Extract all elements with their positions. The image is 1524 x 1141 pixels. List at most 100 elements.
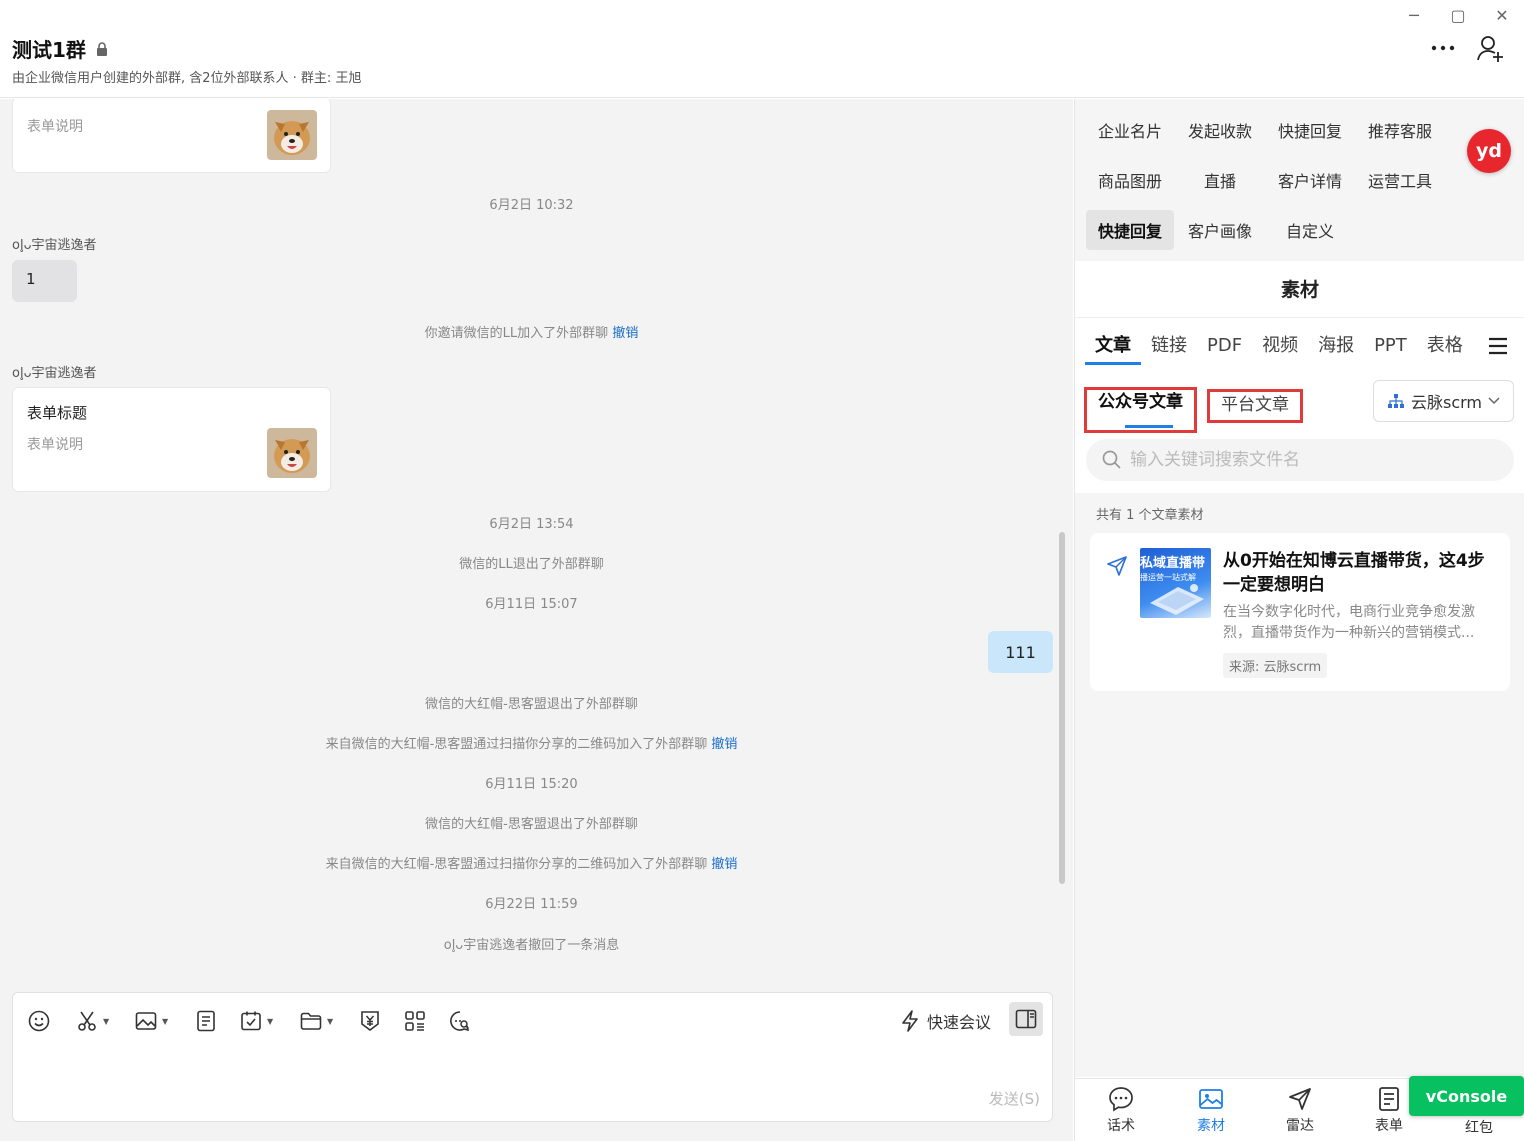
yuan-shield-icon	[361, 1011, 379, 1031]
sidebar: 企业名片 发起收款 快捷回复 推荐客服 商品图册 直播 客户详情 运营工具 快捷…	[1074, 99, 1524, 1141]
vconsole-button[interactable]: vConsole	[1409, 1076, 1524, 1116]
article-card[interactable]: 私域直播带 播运营一站式解 从0开始在知博云直播带货，这4步一定要想明白 在当今…	[1090, 533, 1510, 691]
tool-collect-payment[interactable]: 发起收款	[1176, 110, 1264, 150]
add-member-icon[interactable]	[1476, 34, 1506, 64]
file-button[interactable]: ▼	[299, 1007, 333, 1035]
article-source: 来源: 云脉scrm	[1223, 653, 1328, 678]
org-tree-icon	[1387, 394, 1404, 408]
tool-product-album[interactable]: 商品图册	[1086, 160, 1174, 200]
system-text: 来自微信的大红帽-思客盟通过扫描你分享的二维码加入了外部群聊	[325, 857, 708, 872]
group-subtitle: 由企业微信用户创建的外部群, 含2位外部联系人 · 群主: 王旭	[12, 71, 362, 86]
composer-area: ▼ ▼ ▼ ▼ 快速会议 发送(S)	[0, 979, 1073, 1141]
system-message: 微信的大红帽-思客盟退出了外部群聊	[425, 697, 638, 712]
tab-ppt[interactable]: PPT	[1364, 331, 1417, 365]
category-tabs: 文章 链接 PDF 视频 海报 PPT 表格	[1085, 331, 1473, 365]
nav-radar[interactable]: 雷达	[1270, 1085, 1330, 1135]
send-arrow-icon	[1289, 1088, 1311, 1110]
tool-customer-profile[interactable]: 客户画像	[1176, 210, 1264, 250]
subtab-official-article[interactable]: 公众号文章	[1084, 387, 1197, 433]
more-icon[interactable]	[1428, 38, 1458, 58]
revoke-link[interactable]: 撤销	[711, 857, 737, 872]
image-icon	[135, 1012, 157, 1030]
yd-logo[interactable]: yd	[1467, 129, 1511, 173]
tab-pdf[interactable]: PDF	[1197, 331, 1252, 365]
image-icon	[1199, 1089, 1223, 1109]
calendar-check-icon	[241, 1011, 261, 1031]
system-message: 来自微信的大红帽-思客盟通过扫描你分享的二维码加入了外部群聊 撤销	[0, 853, 1063, 872]
dropdown-caret-icon[interactable]: ▼	[267, 1017, 273, 1026]
send-button[interactable]: 发送(S)	[989, 1088, 1040, 1109]
chat-area: 表单说明 6月2日 10:32 ol̥ᴗ宇宙逃逸者 1 你邀请微信的LL加入了外…	[0, 99, 1073, 979]
message-bubble[interactable]: 1	[12, 260, 77, 302]
revoke-link[interactable]: 撤销	[711, 737, 737, 752]
message-bubble-self[interactable]: 111	[988, 631, 1053, 673]
close-button[interactable]: ✕	[1480, 0, 1524, 30]
tool-business-card[interactable]: 企业名片	[1086, 110, 1174, 150]
system-message: 你邀请微信的LL加入了外部群聊 撤销	[0, 322, 1063, 341]
apps-button[interactable]	[403, 1007, 427, 1035]
menu-icon[interactable]	[1487, 336, 1509, 356]
dropdown-caret-icon[interactable]: ▼	[327, 1017, 333, 1026]
folder-icon	[300, 1012, 322, 1030]
nav-form-label: 表单	[1375, 1118, 1403, 1134]
nav-material-label: 素材	[1197, 1118, 1225, 1134]
form-document-icon	[1379, 1087, 1399, 1111]
note-button[interactable]	[194, 1007, 218, 1035]
form-card[interactable]: 表单标题 表单说明	[12, 387, 331, 492]
title-row: 测试1群	[12, 34, 108, 63]
tab-poster[interactable]: 海报	[1308, 331, 1364, 365]
tool-custom[interactable]: 自定义	[1266, 210, 1354, 250]
sender-name: ol̥ᴗ宇宙逃逸者	[12, 366, 97, 381]
search-box[interactable]	[1086, 439, 1514, 481]
quick-meeting-label: 快速会议	[927, 1013, 992, 1032]
tool-quick-reply[interactable]: 快捷回复	[1266, 110, 1354, 150]
nav-red-packet[interactable]: 红包	[1449, 1117, 1509, 1137]
tab-video[interactable]: 视频	[1252, 331, 1308, 365]
chat-scrollbar[interactable]	[1059, 532, 1065, 884]
revoke-link[interactable]: 撤销	[612, 326, 638, 341]
image-button[interactable]: ▼	[134, 1007, 168, 1035]
timestamp: 6月2日 10:32	[489, 198, 574, 213]
scissors-icon	[78, 1011, 96, 1031]
system-text: 来自微信的大红帽-思客盟通过扫描你分享的二维码加入了外部群聊	[325, 737, 708, 752]
org-select[interactable]: 云脉scrm	[1373, 380, 1514, 422]
nav-material[interactable]: 素材	[1181, 1085, 1241, 1135]
tab-article[interactable]: 文章	[1085, 331, 1141, 365]
timestamp: 6月22日 11:59	[485, 897, 578, 912]
screenshot-button[interactable]: ▼	[75, 1007, 109, 1035]
quick-meeting-button[interactable]: 快速会议	[899, 1007, 991, 1035]
form-card[interactable]: 表单说明	[12, 99, 331, 173]
search-input[interactable]	[1130, 450, 1490, 470]
timestamp: 6月11日 15:07	[485, 597, 578, 612]
tool-live[interactable]: 直播	[1176, 160, 1264, 200]
emoji-button[interactable]	[27, 1007, 51, 1035]
send-icon[interactable]	[1106, 555, 1128, 577]
minimize-button[interactable]: ─	[1392, 0, 1436, 30]
subtab-platform-article[interactable]: 平台文章	[1207, 389, 1303, 423]
system-text: 你邀请微信的LL加入了外部群聊	[424, 326, 609, 341]
payment-button[interactable]	[358, 1007, 382, 1035]
sidebar-toggle-button[interactable]	[1009, 1002, 1043, 1036]
chat-search-button[interactable]	[448, 1007, 472, 1035]
group-title: 测试1群	[12, 38, 86, 62]
tab-sheet[interactable]: 表格	[1417, 331, 1473, 365]
composer[interactable]: ▼ ▼ ▼ ▼ 快速会议 发送(S)	[12, 992, 1053, 1122]
maximize-button[interactable]: ▢	[1436, 0, 1480, 30]
tool-customer-detail[interactable]: 客户详情	[1266, 160, 1354, 200]
emoji-icon	[28, 1010, 50, 1032]
nav-script-label: 话术	[1107, 1118, 1135, 1134]
system-message: 微信的LL退出了外部群聊	[459, 557, 604, 572]
dropdown-caret-icon[interactable]: ▼	[162, 1017, 168, 1026]
dropdown-caret-icon[interactable]: ▼	[103, 1017, 109, 1026]
dog-thumbnail	[267, 110, 317, 160]
tool-operation[interactable]: 运营工具	[1356, 160, 1444, 200]
material-title: 素材	[1075, 262, 1524, 318]
tool-quick-reply-active[interactable]: 快捷回复	[1086, 210, 1174, 250]
nav-script[interactable]: 话术	[1091, 1085, 1151, 1135]
document-icon	[197, 1010, 215, 1032]
timestamp: 6月2日 13:54	[489, 517, 574, 532]
tab-link[interactable]: 链接	[1141, 331, 1197, 365]
tool-recommend-service[interactable]: 推荐客服	[1356, 110, 1444, 150]
schedule-button[interactable]: ▼	[239, 1007, 273, 1035]
sidebar-panel-icon	[1015, 1009, 1037, 1029]
